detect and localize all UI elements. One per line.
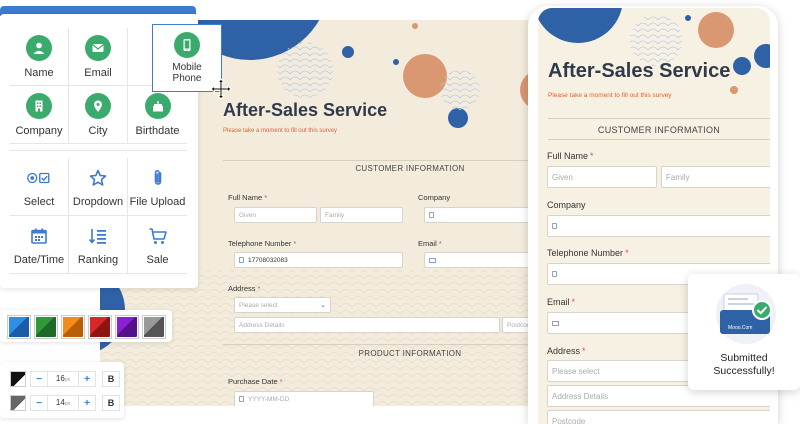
- mobile-company-input[interactable]: [547, 215, 770, 237]
- decrease-button[interactable]: −: [31, 398, 47, 409]
- divider: [548, 118, 770, 119]
- widget-file-upload[interactable]: File Upload: [128, 158, 187, 216]
- mobile-form-subtitle: Please take a moment to fill out this su…: [548, 92, 672, 99]
- section-product-heading: PRODUCT INFORMATION: [358, 349, 462, 358]
- phone-icon: [552, 271, 557, 277]
- bold-button[interactable]: B: [102, 371, 120, 387]
- widget-ranking[interactable]: Ranking: [69, 216, 128, 274]
- divider: [548, 139, 770, 140]
- font-style-controls: − 16px + B − 14px + B: [0, 362, 124, 418]
- telephone-input[interactable]: 17708032083: [234, 252, 403, 268]
- font-color-picker[interactable]: [10, 395, 26, 411]
- widget-sale[interactable]: Sale: [128, 216, 187, 274]
- widget-name[interactable]: Name: [10, 28, 69, 86]
- swatch-orange[interactable]: [62, 316, 84, 338]
- submission-success-toast: Mooo.Com Submitted Successfully!: [688, 274, 800, 390]
- divider: [10, 150, 187, 151]
- email-input[interactable]: [424, 252, 536, 268]
- font-row-secondary: − 14px + B: [10, 394, 120, 412]
- envelope-icon: [85, 34, 111, 61]
- divider: [223, 160, 540, 161]
- calendar-icon: [27, 224, 51, 248]
- calendar-icon: [239, 396, 244, 402]
- increase-button[interactable]: +: [79, 374, 95, 385]
- move-cursor-icon: [210, 78, 232, 105]
- choice-widget-grid: Select Dropdown File Upload Date/Time Ra…: [10, 158, 187, 274]
- widget-email[interactable]: Email: [69, 28, 128, 86]
- purchase-date-label: Purchase Date *: [228, 377, 283, 386]
- mobile-company-label: Company: [547, 200, 586, 210]
- widget-dropdown[interactable]: Dropdown: [69, 158, 128, 216]
- mobile-form-title: After-Sales Service: [548, 60, 731, 82]
- telephone-label: Telephone Number *: [228, 239, 297, 248]
- mobile-telephone-label: Telephone Number *: [547, 248, 629, 258]
- ranking-icon: [86, 224, 110, 248]
- widget-city[interactable]: City: [69, 86, 128, 144]
- success-message: Submitted Successfully!: [713, 352, 775, 377]
- full-name-label: Full Name *: [228, 193, 268, 202]
- star-icon: [86, 166, 110, 190]
- radio-checkbox-icon: [27, 166, 51, 190]
- swatch-green[interactable]: [35, 316, 57, 338]
- form-subtitle: Please take a moment to fill out this su…: [223, 128, 338, 134]
- bold-button[interactable]: B: [102, 395, 120, 411]
- phone-icon: [239, 257, 244, 263]
- location-pin-icon: [85, 92, 111, 119]
- font-color-picker[interactable]: [10, 371, 26, 387]
- mobile-address-label: Address *: [547, 346, 586, 356]
- mobile-section-customer-heading: CUSTOMER INFORMATION: [597, 125, 721, 135]
- font-row-primary: − 16px + B: [10, 370, 120, 388]
- cake-icon: [144, 92, 171, 119]
- divider: [223, 344, 540, 345]
- mobile-given-input[interactable]: Given: [547, 166, 657, 188]
- decrease-button[interactable]: −: [31, 374, 47, 385]
- company-input[interactable]: [424, 207, 536, 223]
- building-icon: [429, 212, 434, 218]
- cart-icon: [146, 224, 170, 248]
- mail-icon: [552, 320, 559, 326]
- increase-button[interactable]: +: [79, 398, 95, 409]
- building-icon: [552, 223, 557, 229]
- address-select[interactable]: Please select ⌄: [234, 297, 331, 313]
- email-label: Email *: [418, 239, 442, 248]
- paperclip-icon: [146, 166, 170, 190]
- mobile-family-input[interactable]: Family: [661, 166, 770, 188]
- swatch-gray[interactable]: [143, 316, 165, 338]
- success-folder-icon: Mooo.Com: [716, 284, 776, 344]
- mail-icon: [429, 257, 436, 263]
- font-size-stepper: − 16px +: [30, 371, 96, 387]
- widget-select[interactable]: Select: [10, 158, 69, 216]
- given-name-input[interactable]: Given: [234, 207, 317, 223]
- address-details-input[interactable]: Address Details: [234, 317, 500, 333]
- mobile-postcode-input[interactable]: Postcode: [547, 410, 770, 424]
- person-icon: [26, 34, 52, 61]
- swatch-blue[interactable]: [8, 316, 30, 338]
- section-customer-heading: CUSTOMER INFORMATION: [355, 164, 465, 173]
- widget-company[interactable]: Company: [10, 86, 69, 144]
- company-label: Company: [418, 193, 451, 202]
- mobile-full-name-label: Full Name *: [547, 151, 594, 161]
- family-name-input[interactable]: Family: [320, 207, 403, 223]
- widget-birthdate[interactable]: Birthdate: [128, 86, 187, 144]
- swatch-red[interactable]: [89, 316, 111, 338]
- form-title: After-Sales Service: [223, 100, 388, 120]
- address-label: Address *: [228, 284, 261, 293]
- font-size-value[interactable]: 14px: [47, 396, 79, 410]
- widget-date-time[interactable]: Date/Time: [10, 216, 69, 274]
- font-size-stepper: − 14px +: [30, 395, 96, 411]
- swatch-purple[interactable]: [116, 316, 138, 338]
- chevron-down-icon: ⌄: [320, 302, 326, 309]
- mobile-email-label: Email *: [547, 297, 576, 307]
- purchase-date-input[interactable]: YYYY-MM-DD: [234, 391, 374, 406]
- building-icon: [26, 92, 52, 119]
- font-size-value[interactable]: 16px: [47, 372, 79, 386]
- brand-text: Mooo.Com: [728, 325, 752, 331]
- color-swatch-bar: [0, 310, 172, 342]
- mobile-phone-icon: [174, 32, 200, 58]
